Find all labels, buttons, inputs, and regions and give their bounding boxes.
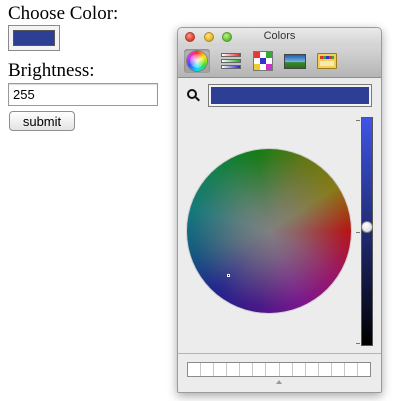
tab-color-wheel[interactable] <box>184 49 210 73</box>
panel-divider <box>178 353 381 354</box>
color-wheel-icon <box>187 51 207 71</box>
brightness-input[interactable] <box>8 83 158 106</box>
panel-title: Colors <box>263 30 296 42</box>
tab-crayons[interactable] <box>314 49 340 73</box>
current-color-fill <box>211 87 369 104</box>
title-bar[interactable]: Colors <box>178 28 381 46</box>
swatch-cell[interactable] <box>188 363 202 376</box>
submit-button[interactable]: submit <box>9 111 75 131</box>
swatch-cell[interactable] <box>240 363 254 376</box>
swatch-cell[interactable] <box>332 363 345 376</box>
color-picker-well[interactable] <box>8 25 60 51</box>
tab-color-palettes[interactable] <box>250 49 276 73</box>
choose-color-label: Choose Color: <box>8 3 119 24</box>
current-color-well[interactable] <box>208 84 372 107</box>
swatch-cell[interactable] <box>227 363 241 376</box>
swatch-cell[interactable] <box>214 363 228 376</box>
swatch-cell[interactable] <box>293 363 306 376</box>
swatch-cell[interactable] <box>266 363 280 376</box>
slider-tick <box>356 120 360 121</box>
tab-color-sliders[interactable] <box>218 49 244 73</box>
selected-color-swatch <box>13 30 55 46</box>
tab-image-palettes[interactable] <box>282 49 308 73</box>
swatch-cell[interactable] <box>306 363 319 376</box>
crayons-icon <box>317 53 337 69</box>
color-wheel[interactable] <box>187 149 351 313</box>
drawer-resize-handle[interactable] <box>276 380 282 384</box>
swatch-cell[interactable] <box>280 363 293 376</box>
image-palettes-icon <box>284 54 306 69</box>
swatch-cell[interactable] <box>319 363 332 376</box>
swatch-cell[interactable] <box>345 363 359 376</box>
swatch-cell[interactable] <box>358 363 370 376</box>
color-palettes-icon <box>253 51 273 71</box>
color-swatch-strip <box>187 362 371 377</box>
slider-tick <box>356 231 360 233</box>
brightness-label: Brightness: <box>8 60 95 81</box>
slider-tick <box>356 343 360 344</box>
colors-panel: Colors <box>177 27 382 393</box>
color-sliders-icon <box>221 52 241 70</box>
color-wheel-cursor[interactable] <box>227 274 230 277</box>
colors-toolbar <box>178 46 381 78</box>
swatch-cell[interactable] <box>253 363 267 376</box>
magnifier-icon[interactable] <box>187 89 199 101</box>
swatch-cell[interactable] <box>201 363 215 376</box>
